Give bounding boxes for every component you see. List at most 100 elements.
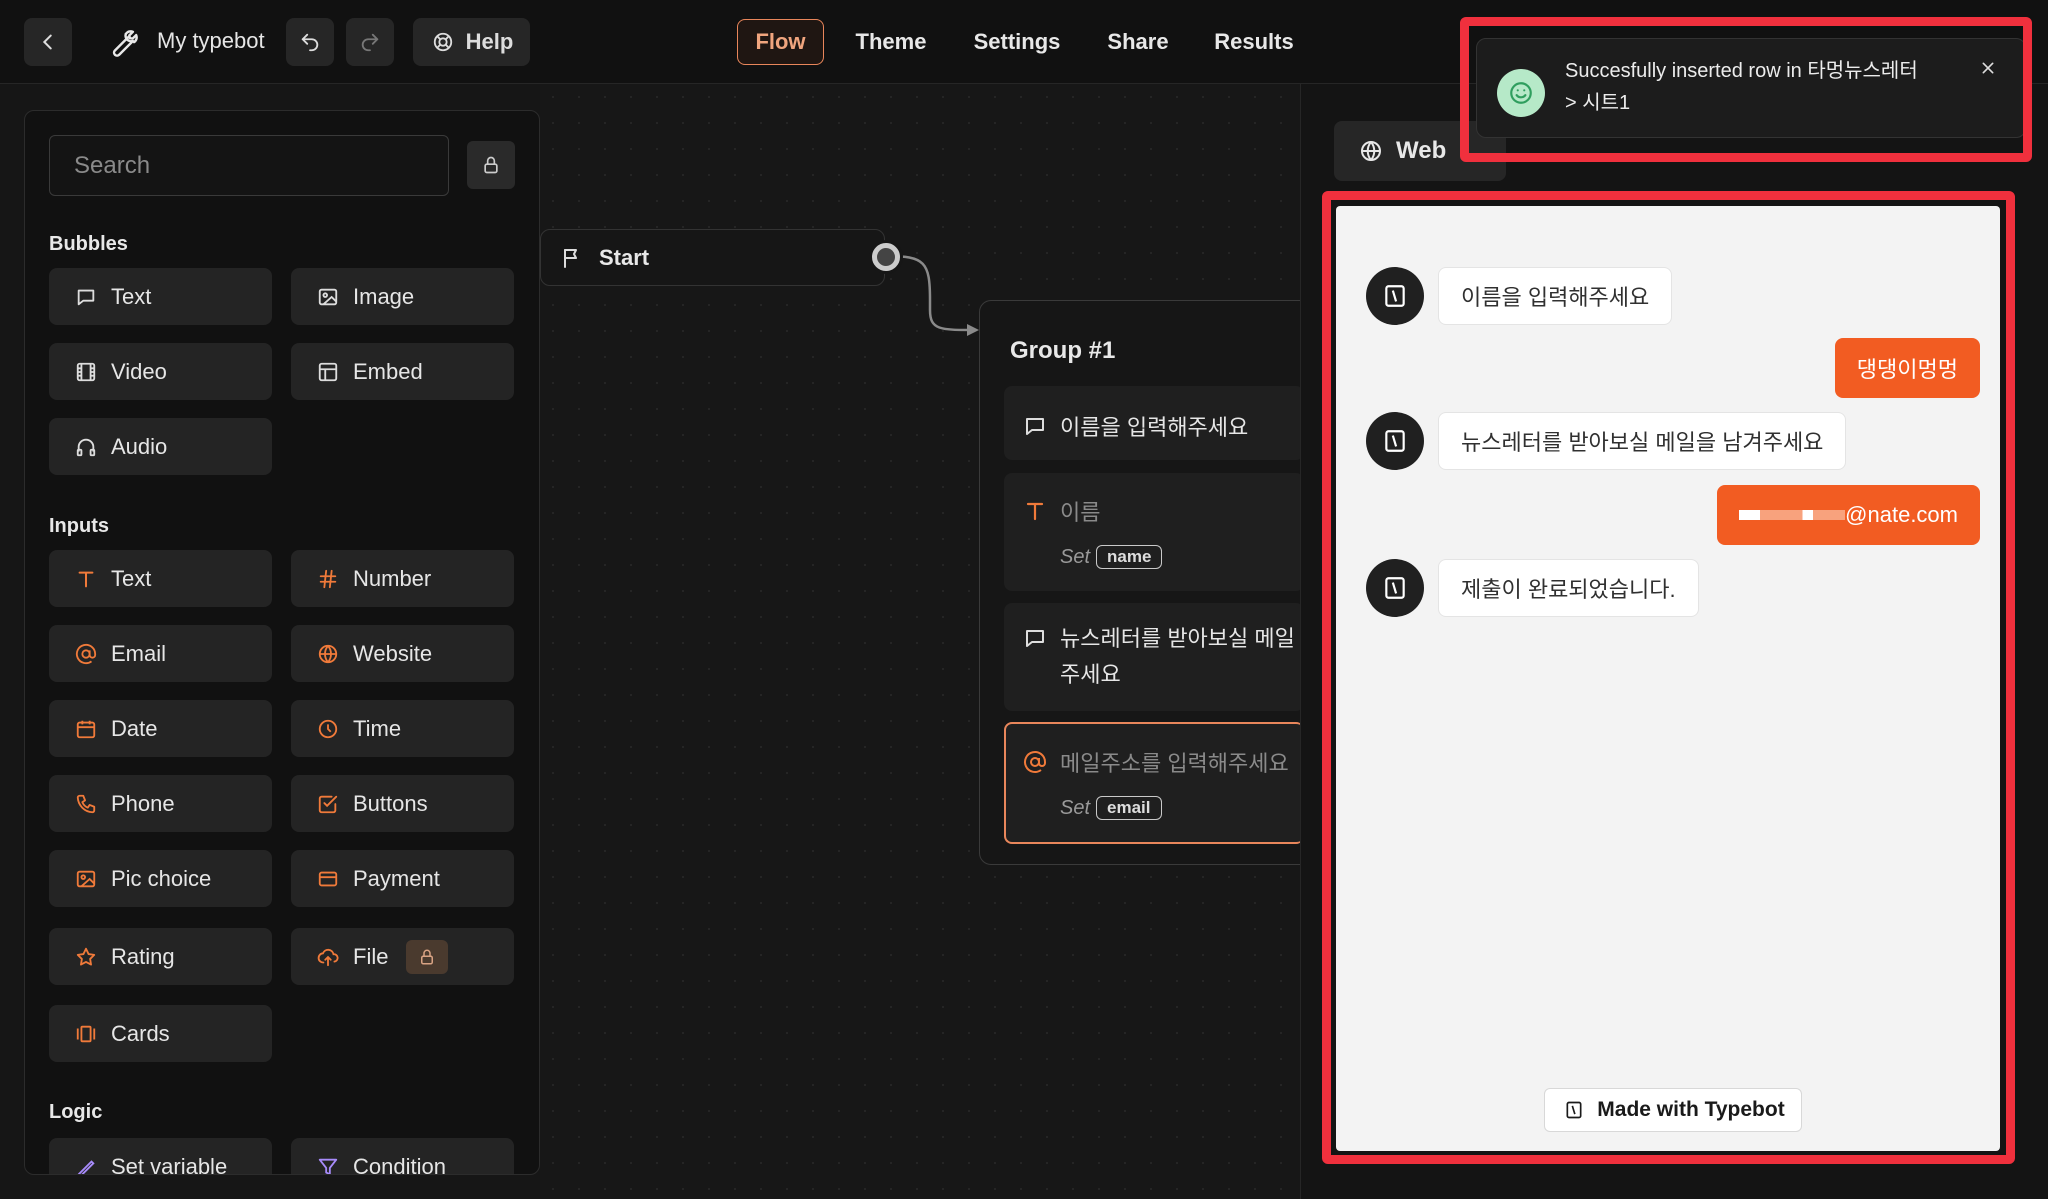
block-label: Time xyxy=(353,715,402,741)
help-button[interactable]: Help xyxy=(413,18,530,66)
success-toast: Succesfully inserted row in 타멍뉴스레터 > 시트1 xyxy=(1476,38,2026,138)
block-label: Set variable xyxy=(111,1153,228,1175)
typebot-logo-icon xyxy=(1561,1097,1587,1123)
credit-card-icon xyxy=(315,866,341,892)
block-label: Video xyxy=(111,358,167,384)
toast-line: Succesfully inserted row in 타멍뉴스레터 xyxy=(1565,60,1918,82)
lifebuoy-icon xyxy=(430,29,456,55)
block-email-input[interactable]: Email xyxy=(49,625,272,682)
lock-sidebar-button[interactable] xyxy=(467,141,515,189)
block-text-input[interactable]: Text xyxy=(49,550,272,607)
typebot-name[interactable]: My typebot xyxy=(157,28,265,54)
bot-message: 뉴스레터를 받아보실 메일을 남겨주세요 xyxy=(1438,412,1847,470)
set-label: Set xyxy=(1060,796,1091,819)
made-with-label: Made with Typebot xyxy=(1597,1098,1785,1121)
filter-icon xyxy=(315,1154,341,1174)
search-input[interactable] xyxy=(49,135,449,196)
smile-icon xyxy=(1497,69,1545,117)
variable-pill[interactable]: email xyxy=(1096,796,1162,820)
block-label: Phone xyxy=(111,790,175,816)
wrench-icon[interactable] xyxy=(100,20,144,64)
block-label: Buttons xyxy=(353,790,428,816)
close-icon[interactable] xyxy=(1973,53,2003,83)
section-title-bubbles: Bubbles xyxy=(49,233,128,255)
block-label: Condition xyxy=(353,1153,446,1175)
block-cards-input[interactable]: Cards xyxy=(49,1005,272,1062)
cards-icon xyxy=(73,1021,99,1047)
block-label: Embed xyxy=(353,358,423,384)
tab-results[interactable]: Results xyxy=(1208,19,1300,65)
block-image-bubble[interactable]: Image xyxy=(291,268,514,325)
tab-share[interactable]: Share xyxy=(1100,19,1176,65)
group-node[interactable]: Group #1 이름을 입력해주세요 이름 Set name 뉴스레터를 받아… xyxy=(979,300,1304,865)
block-condition[interactable]: Condition xyxy=(291,1138,514,1175)
block-video-bubble[interactable]: Video xyxy=(49,343,272,400)
image-icon xyxy=(73,866,99,892)
bot-message: 제출이 완료되었습니다. xyxy=(1438,559,1699,617)
toast-line: > 시트1 xyxy=(1565,92,1631,114)
block-label: Text xyxy=(111,565,152,591)
made-with-typebot-badge[interactable]: Made with Typebot xyxy=(1544,1088,1802,1132)
help-label: Help xyxy=(465,29,514,54)
block-embed-bubble[interactable]: Embed xyxy=(291,343,514,400)
chat-bubble-icon xyxy=(73,284,99,310)
block-set-variable[interactable]: Set variable xyxy=(49,1138,272,1175)
start-node[interactable]: Start xyxy=(540,229,885,286)
undo-button[interactable] xyxy=(286,18,334,66)
start-label: Start xyxy=(599,244,650,270)
globe-icon xyxy=(315,641,341,667)
clock-icon xyxy=(315,716,341,742)
group-title[interactable]: Group #1 xyxy=(1010,337,1115,365)
block-label: Text xyxy=(111,283,152,309)
email-input-block[interactable]: 메일주소를 입력해주세요 Set email xyxy=(1004,722,1304,844)
block-audio-bubble[interactable]: Audio xyxy=(49,418,272,475)
film-icon xyxy=(73,359,99,385)
bot-message: 이름을 입력해주세요 xyxy=(1438,267,1673,325)
block-label: Website xyxy=(353,640,433,666)
block-text-line: 뉴스레터를 받아보실 메일 xyxy=(1060,626,1295,651)
block-label: Audio xyxy=(111,433,168,459)
block-file-input[interactable]: File xyxy=(291,928,514,985)
redacted-text xyxy=(1739,510,1846,520)
block-label: File xyxy=(353,943,389,969)
block-phone-input[interactable]: Phone xyxy=(49,775,272,832)
tab-flow[interactable]: Flow xyxy=(737,19,824,65)
block-rating-input[interactable]: Rating xyxy=(49,928,272,985)
section-title-logic: Logic xyxy=(49,1101,103,1123)
block-number-input[interactable]: Number xyxy=(291,550,514,607)
email-domain: @nate.com xyxy=(1845,502,1958,527)
phone-icon xyxy=(73,791,99,817)
back-button[interactable] xyxy=(24,18,72,66)
block-pic-choice-input[interactable]: Pic choice xyxy=(49,850,272,907)
block-date-input[interactable]: Date xyxy=(49,700,272,757)
block-label: Pic choice xyxy=(111,865,212,891)
hash-icon xyxy=(315,566,341,592)
block-website-input[interactable]: Website xyxy=(291,625,514,682)
tab-theme[interactable]: Theme xyxy=(846,19,936,65)
user-message: @nate.com xyxy=(1717,485,1980,545)
text-bubble-block[interactable]: 뉴스레터를 받아보실 메일 주세요 xyxy=(1004,603,1304,711)
bot-avatar xyxy=(1366,267,1424,325)
start-output-port[interactable] xyxy=(872,243,900,271)
flag-icon xyxy=(559,245,585,271)
at-sign-icon xyxy=(73,641,99,667)
tab-settings[interactable]: Settings xyxy=(962,19,1072,65)
bot-avatar xyxy=(1366,412,1424,470)
globe-icon xyxy=(1358,138,1384,164)
set-label: Set xyxy=(1060,545,1091,568)
calendar-icon xyxy=(73,716,99,742)
block-label: Payment xyxy=(353,865,440,891)
block-time-input[interactable]: Time xyxy=(291,700,514,757)
chevron-left-icon xyxy=(35,29,61,55)
text-bubble-block[interactable]: 이름을 입력해주세요 xyxy=(1004,386,1304,460)
text-input-block[interactable]: 이름 Set name xyxy=(1004,473,1304,591)
headphones-icon xyxy=(73,434,99,460)
block-text-bubble[interactable]: Text xyxy=(49,268,272,325)
block-label: Rating xyxy=(111,943,175,969)
redo-button[interactable] xyxy=(346,18,394,66)
block-buttons-input[interactable]: Buttons xyxy=(291,775,514,832)
block-payment-input[interactable]: Payment xyxy=(291,850,514,907)
variable-pill[interactable]: name xyxy=(1096,545,1163,569)
star-icon xyxy=(73,944,99,970)
blocks-sidebar: Bubbles Text Image Video Embed Audio Inp… xyxy=(24,110,540,1175)
